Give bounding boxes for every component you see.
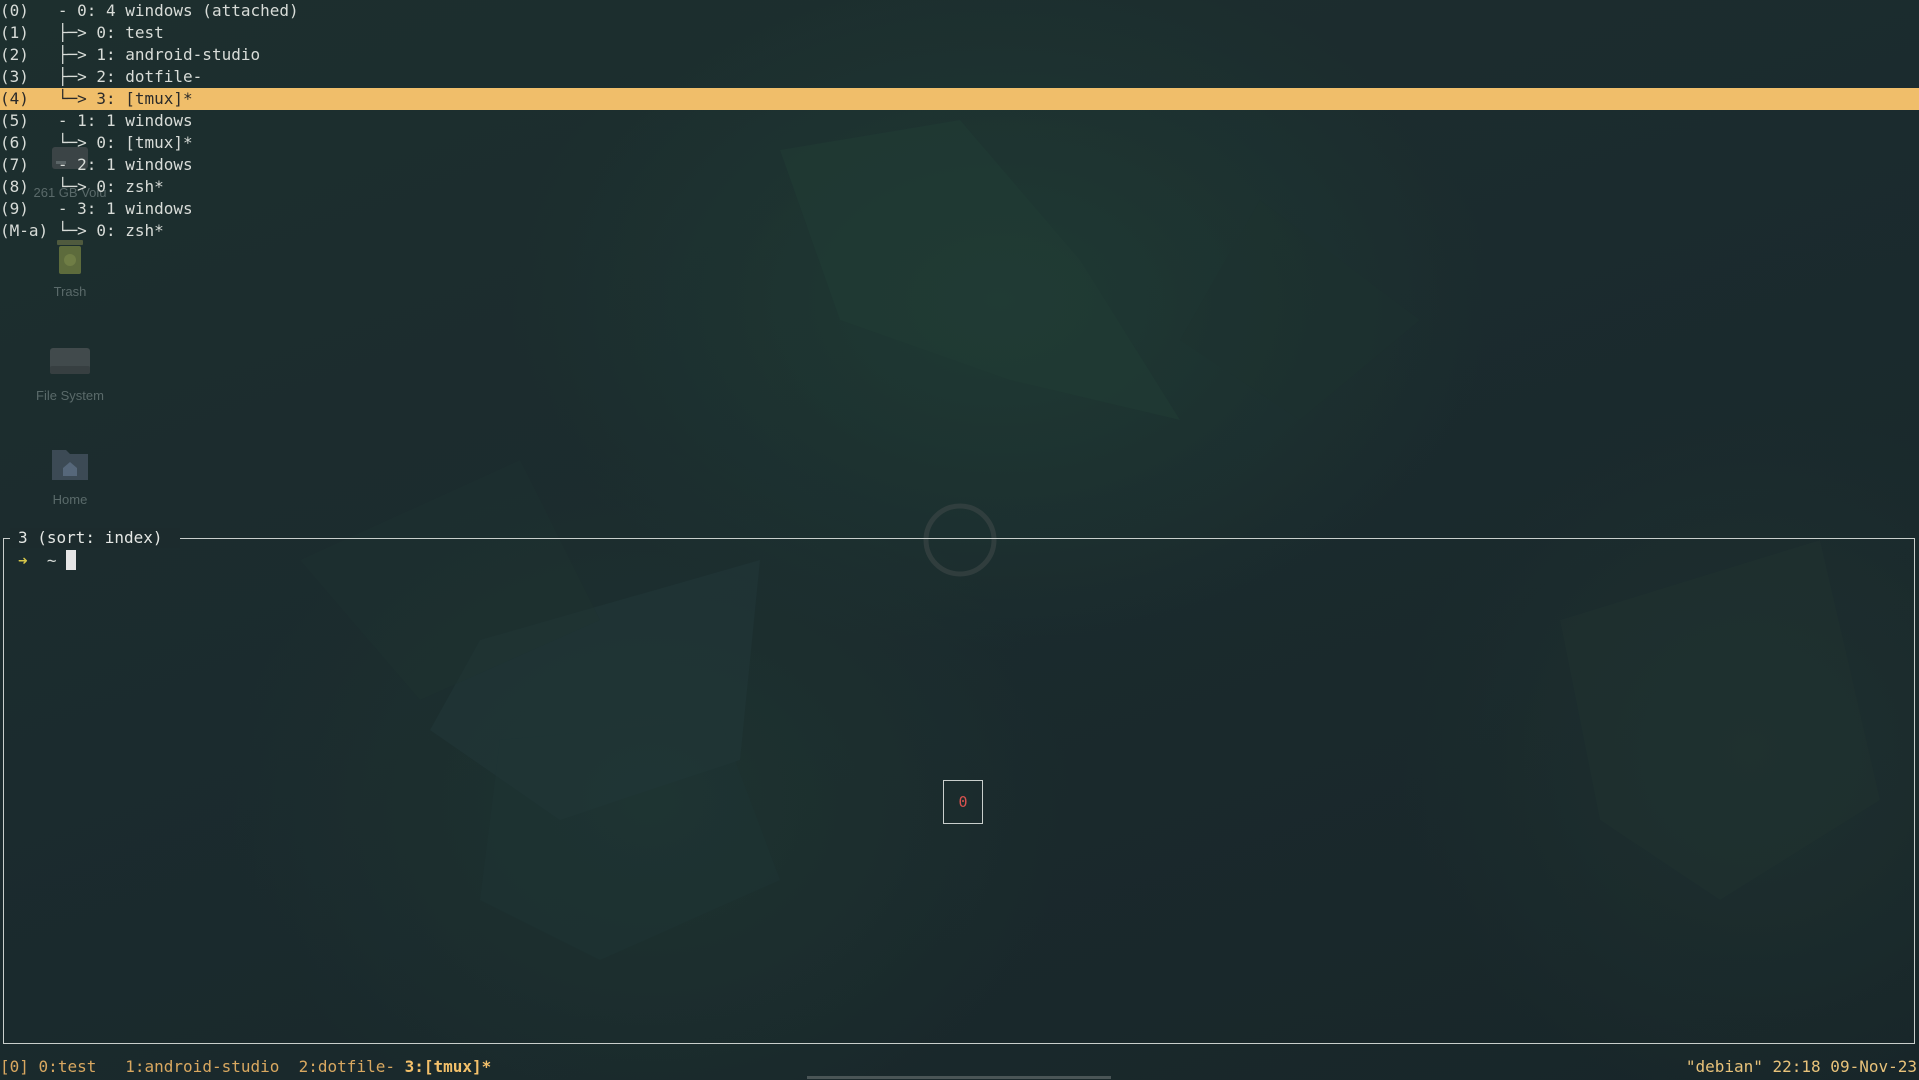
tmux-status-bar: [0] 0:test 1:android-studio 2:dotfile- 3…	[0, 1056, 1919, 1078]
harddisk-icon	[48, 338, 92, 382]
tree-row-text: ├─> 1: android-studio	[38, 45, 261, 64]
home-folder-icon	[48, 442, 92, 486]
tree-row-key: (1)	[0, 23, 29, 42]
tree-row-text: ├─> 2: dotfile-	[38, 67, 203, 86]
tree-row[interactable]: (1) ├─> 0: test	[0, 22, 1919, 44]
tree-row-key: (6)	[0, 133, 29, 152]
tree-row-text: └─> 0: zsh*	[57, 221, 164, 240]
tree-row-text: - 2: 1 windows	[38, 155, 193, 174]
tree-row-selected[interactable]: (4) └─> 3: [tmux]*	[0, 88, 1919, 110]
tree-row-key: (3)	[0, 67, 29, 86]
tree-row[interactable]: (0) - 0: 4 windows (attached)	[0, 0, 1919, 22]
status-window-2[interactable]: 2:dotfile-	[299, 1057, 395, 1076]
desktop-icon-home[interactable]: Home	[10, 442, 130, 507]
shell-prompt[interactable]: ➜ ~	[18, 550, 77, 572]
desktop-icon-label: Trash	[53, 284, 87, 299]
tree-row-text: ├─> 0: test	[38, 23, 164, 42]
tree-row-key: (8)	[0, 177, 29, 196]
tree-row-key: (2)	[0, 45, 29, 64]
tree-row-text: └─> 3: [tmux]*	[38, 89, 193, 108]
tree-row[interactable]: (M-a) └─> 0: zsh*	[0, 220, 1919, 242]
tree-row-key: (4)	[0, 89, 29, 108]
tree-row[interactable]: (5) - 1: 1 windows	[0, 110, 1919, 132]
status-session: [0]	[0, 1057, 29, 1076]
tree-row[interactable]: (8) └─> 0: zsh*	[0, 176, 1919, 198]
tree-row[interactable]: (6) └─> 0: [tmux]*	[0, 132, 1919, 154]
tree-row[interactable]: (2) ├─> 1: android-studio	[0, 44, 1919, 66]
tree-row[interactable]: (7) - 2: 1 windows	[0, 154, 1919, 176]
tree-row-key: (7)	[0, 155, 29, 174]
text-cursor	[66, 550, 77, 570]
prompt-directory: ~	[46, 551, 57, 570]
tree-row[interactable]: (3) ├─> 2: dotfile-	[0, 66, 1919, 88]
preview-title: 3 (sort: index)	[18, 528, 163, 547]
status-window-1[interactable]: 1:android-studio	[125, 1057, 279, 1076]
status-window-list: [0] 0:test 1:android-studio 2:dotfile- 3…	[0, 1056, 491, 1078]
tree-row-text: - 1: 1 windows	[38, 111, 193, 130]
tree-row-key: (5)	[0, 111, 29, 130]
tree-row-key: (9)	[0, 199, 29, 218]
status-host-time: "debian" 22:18 09-Nov-23	[1685, 1057, 1917, 1076]
tmux-session-tree: (0) - 0: 4 windows (attached) (1) ├─> 0:…	[0, 0, 1919, 242]
tree-row-text: - 3: 1 windows	[38, 199, 193, 218]
horizontal-scrollbar[interactable]	[807, 1076, 1111, 1079]
prompt-arrow-icon: ➜	[18, 551, 28, 570]
status-window-3-active[interactable]: 3:[tmux]*	[405, 1057, 492, 1076]
tree-row-text: - 0: 4 windows (attached)	[38, 1, 299, 20]
desktop-icon-label: Home	[52, 492, 88, 507]
tree-row[interactable]: (9) - 3: 1 windows	[0, 198, 1919, 220]
desktop-icon-trash[interactable]: Trash	[10, 234, 130, 299]
tree-row-key: (0)	[0, 1, 29, 20]
desktop-icon-label: File System	[36, 388, 104, 403]
tree-row-text: └─> 0: [tmux]*	[38, 133, 193, 152]
tree-row-text: └─> 0: zsh*	[38, 177, 164, 196]
tree-row-key: (M-a)	[0, 221, 49, 240]
desktop-icon-file-system[interactable]: File System	[10, 338, 130, 403]
window-number-indicator: 0	[943, 780, 983, 824]
status-window-0[interactable]: 0:test	[39, 1057, 97, 1076]
